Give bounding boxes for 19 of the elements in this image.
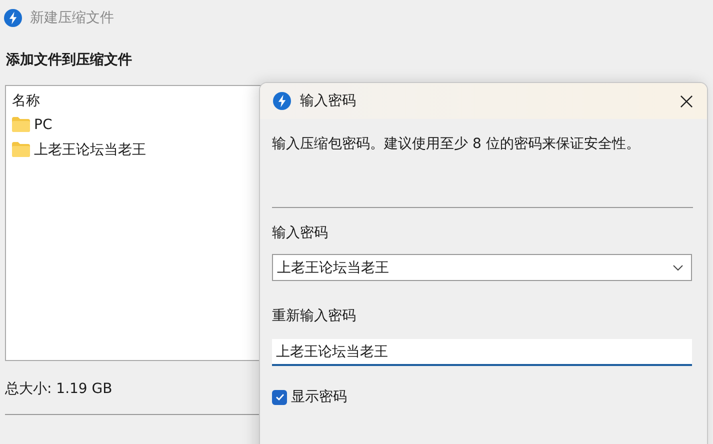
- app-logo-icon: [273, 92, 291, 110]
- file-name[interactable]: 上老王论坛当老王: [34, 140, 146, 158]
- folder-icon: [12, 117, 30, 132]
- confirm-password-field[interactable]: 上老王论坛当老王: [272, 339, 692, 366]
- folder-icon: [12, 142, 30, 157]
- total-size: 总大小: 1.19 GB: [5, 380, 112, 399]
- checkbox-label[interactable]: 显示密码: [291, 388, 347, 406]
- file-name[interactable]: PC: [34, 116, 52, 132]
- dialog-title: 输入密码: [300, 92, 357, 110]
- chevron-down-icon: [673, 264, 683, 270]
- section-heading: 添加文件到压缩文件: [6, 51, 133, 70]
- dialog-description: 输入压缩包密码。建议使用至少 8 位的密码来保证安全性。: [272, 135, 641, 154]
- password-dropdown[interactable]: 上老王论坛当老王: [272, 254, 692, 281]
- window-title: 新建压缩文件: [30, 8, 114, 26]
- field-label: 重新输入密码: [272, 307, 357, 326]
- field-label: 输入密码: [272, 224, 329, 243]
- show-password-checkbox[interactable]: [272, 390, 287, 404]
- app-logo-icon: [4, 8, 22, 26]
- close-icon[interactable]: [680, 94, 693, 108]
